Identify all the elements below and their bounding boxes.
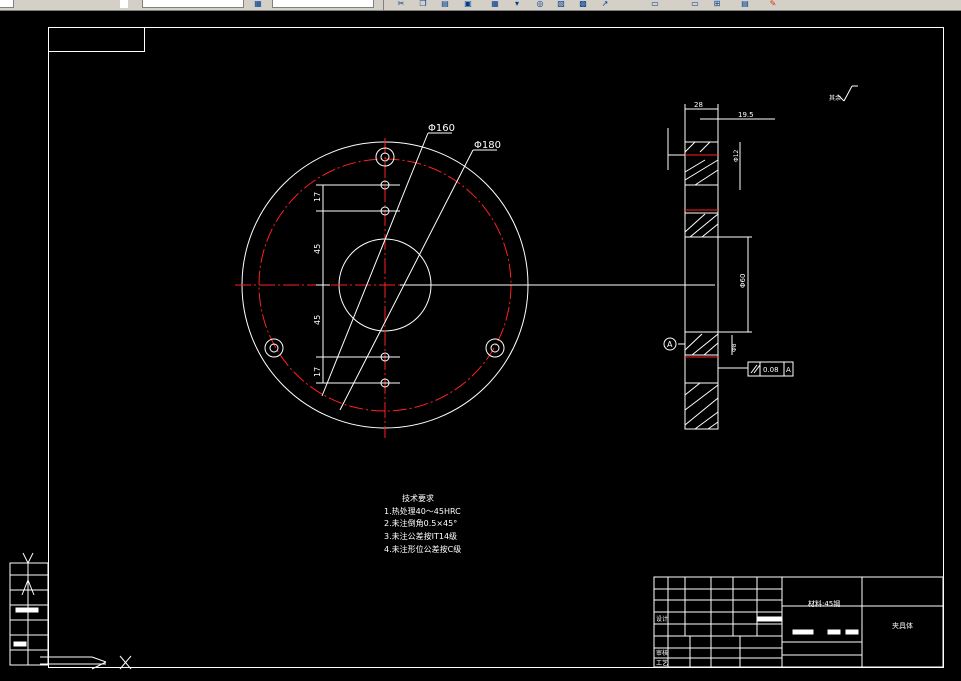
dim-small-1: Φ12: [733, 149, 740, 162]
drawing-canvas[interactable]: 其余 Φ160 Φ180 17 45 45 17 28 19.5 Φ60 Φ12…: [0, 0, 961, 681]
note-3: 3.未注公差按IT14级: [384, 531, 457, 541]
dim-17-bottom: 17: [313, 367, 322, 377]
dim-step: 19.5: [738, 111, 754, 119]
dim-45-top: 45: [313, 244, 322, 254]
datum-label: A: [667, 340, 673, 349]
tolerance-datum: A: [786, 366, 791, 374]
drawing-border: [48, 27, 944, 668]
leader-phi180: [339, 149, 474, 411]
note-1: 1.热处理40～45HRC: [384, 506, 461, 516]
notes-title: 技术要求: [402, 493, 434, 503]
front-view: [235, 132, 715, 438]
outer-frame: [10, 11, 960, 679]
dim-phi160: Φ160: [428, 123, 455, 134]
note-4: 4.未注形位公差按C级: [384, 544, 461, 554]
row-label-design: 设计: [656, 615, 668, 623]
part-name: 夹具体: [892, 621, 913, 630]
dim-phi180: Φ180: [474, 140, 501, 151]
note-2: 2.未注倒角0.5×45°: [384, 518, 457, 528]
code-box: [48, 27, 145, 52]
row-label-review: 审核: [656, 649, 668, 657]
dim-width-28: 28: [694, 101, 703, 109]
tolerance-value: 0.08: [763, 366, 779, 374]
side-view: [663, 104, 794, 430]
row-label-process: 工艺: [656, 659, 668, 667]
dim-bore: Φ60: [739, 274, 747, 288]
side-strip: [9, 552, 49, 666]
dim-small-2: Φ8: [731, 343, 738, 352]
dim-17-top: 17: [313, 192, 322, 202]
surface-code-text: 其余: [829, 94, 841, 102]
material-label: 材料:45钢: [808, 599, 840, 608]
dim-45-bottom: 45: [313, 315, 322, 325]
